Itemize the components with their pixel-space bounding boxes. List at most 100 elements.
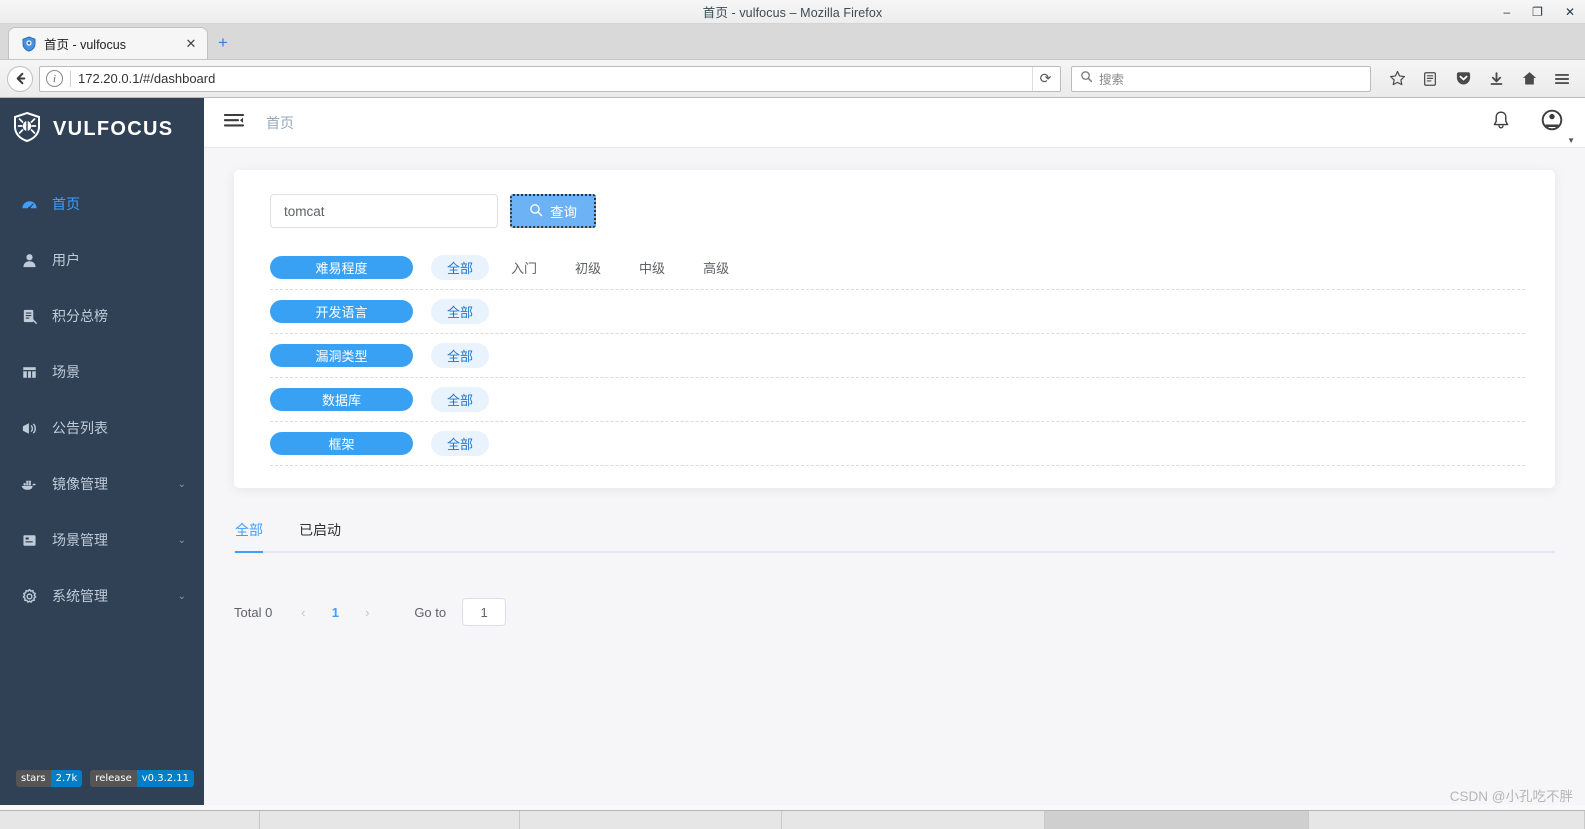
close-tab-icon[interactable]: ✕	[183, 36, 199, 52]
vulfocus-app: VULFOCUS 首页 用户 积分总榜 场景 公告列表 镜像管理 ⌄ 场景管理 …	[0, 98, 1585, 805]
result-tabs: 全部 已启动	[234, 520, 1555, 553]
filter-label: 开发语言	[270, 300, 413, 323]
minimize-button[interactable]: –	[1503, 6, 1510, 18]
chevron-down-icon[interactable]: ▼	[1567, 136, 1575, 145]
release-badge[interactable]: release v0.3.2.11	[90, 770, 195, 787]
sidebar-item-users[interactable]: 用户	[0, 232, 204, 288]
browser-tab[interactable]: 首页 - vulfocus ✕	[8, 27, 208, 59]
filter-card: 查询 难易程度 全部 入门 初级 中级 高级	[234, 170, 1555, 488]
shield-icon	[21, 35, 37, 52]
collapse-menu-icon[interactable]	[223, 113, 245, 133]
sidebar-item-label: 积分总榜	[52, 308, 108, 324]
filter-row-difficulty: 难易程度 全部 入门 初级 中级 高级	[270, 246, 1525, 290]
sidebar-item-label: 场景管理	[52, 532, 108, 548]
query-button-label: 查询	[550, 205, 577, 220]
downloads-icon[interactable]	[1486, 69, 1506, 89]
filter-options: 全部 入门 初级 中级 高级	[431, 255, 745, 280]
taskbar-cell-active[interactable]	[1045, 811, 1309, 829]
brand-logo[interactable]: VULFOCUS	[0, 98, 204, 160]
search-icon	[529, 203, 543, 220]
sidebar-item-announcements[interactable]: 公告列表	[0, 400, 204, 456]
page-content: 查询 难易程度 全部 入门 初级 中级 高级	[204, 148, 1585, 805]
reload-icon[interactable]: ⟳	[1032, 66, 1058, 91]
taskbar-cell[interactable]	[1309, 811, 1585, 829]
desktop-taskbar	[0, 810, 1585, 829]
maximize-button[interactable]: ❐	[1532, 6, 1543, 18]
bookmark-star-icon[interactable]	[1387, 69, 1407, 89]
avatar-icon[interactable]: ▼	[1541, 109, 1575, 145]
chevron-down-icon: ⌄	[177, 590, 186, 602]
dashboard-icon	[20, 196, 38, 213]
filter-option[interactable]: 全部	[431, 299, 490, 324]
query-button[interactable]: 查询	[510, 194, 596, 228]
grid-icon	[20, 364, 38, 381]
filter-option[interactable]: 中级	[623, 255, 681, 280]
filter-label: 难易程度	[270, 256, 413, 279]
breadcrumb[interactable]: 首页	[266, 113, 294, 133]
sidebar-item-label: 用户	[52, 252, 80, 268]
stars-badge[interactable]: stars 2.7k	[16, 770, 83, 787]
filter-option[interactable]: 入门	[495, 255, 553, 280]
menu-icon[interactable]	[1552, 69, 1572, 89]
new-tab-button[interactable]: +	[208, 27, 238, 59]
filter-label: 数据库	[270, 388, 413, 411]
gear-icon	[20, 588, 38, 605]
sidebar-item-label: 系统管理	[52, 588, 108, 604]
chevron-down-icon: ⌄	[177, 478, 186, 490]
pagination-page-1[interactable]: 1	[322, 605, 348, 620]
pagination-goto-label: Go to	[414, 604, 447, 620]
browser-tab-title: 首页 - vulfocus	[44, 38, 126, 52]
filter-option[interactable]: 全部	[431, 431, 490, 456]
taskbar-cell[interactable]	[782, 811, 1045, 829]
sidebar-item-scene-management[interactable]: 场景管理 ⌄	[0, 512, 204, 568]
pocket-icon[interactable]	[1453, 69, 1473, 89]
filter-label: 框架	[270, 432, 413, 455]
filter-option[interactable]: 全部	[431, 343, 490, 368]
window-titlebar: 首页 - vulfocus – Mozilla Firefox – ❐ ✕	[0, 0, 1585, 24]
pagination-prev-icon[interactable]: ‹	[292, 605, 314, 620]
close-button[interactable]: ✕	[1565, 6, 1575, 18]
home-icon[interactable]	[1519, 69, 1539, 89]
sidebar-item-scoreboard[interactable]: 积分总榜	[0, 288, 204, 344]
taskbar-cell[interactable]	[520, 811, 782, 829]
sidebar-item-label: 首页	[52, 196, 80, 212]
sidebar-item-system-management[interactable]: 系统管理 ⌄	[0, 568, 204, 624]
filter-row-framework: 框架 全部	[270, 422, 1525, 466]
pagination-next-icon[interactable]: ›	[356, 605, 378, 620]
back-button[interactable]	[7, 65, 33, 92]
docker-icon	[20, 477, 38, 492]
sidebar-nav-list: 首页 用户 积分总榜 场景 公告列表 镜像管理 ⌄ 场景管理 ⌄ 系统管理 ⌄	[0, 160, 204, 624]
filter-option[interactable]: 初级	[559, 255, 617, 280]
sidebar-item-label: 镜像管理	[52, 476, 108, 492]
chevron-down-icon: ⌄	[177, 534, 186, 546]
taskbar-cell[interactable]	[260, 811, 520, 829]
pagination-goto-input[interactable]	[462, 598, 507, 626]
pagination-total: Total 0	[234, 604, 273, 620]
taskbar-cell[interactable]	[0, 811, 260, 829]
search-input[interactable]	[270, 194, 498, 228]
library-icon[interactable]	[1420, 69, 1440, 89]
browser-toolbar-icons	[1377, 69, 1578, 89]
filter-row-language: 开发语言 全部	[270, 290, 1525, 334]
main-area: 首页 ▼ tomcat 查询 难易程度 全部 入门 初级 中级 高级 开发语言 …	[204, 98, 1585, 805]
url-divider	[70, 70, 71, 87]
url-bar[interactable]: i 172.20.0.1/#/dashboard ⟳	[39, 65, 1061, 92]
stars-badge-label: stars	[16, 770, 51, 787]
filter-option[interactable]: 全部	[431, 387, 490, 412]
tab-all[interactable]: 全部	[235, 520, 263, 553]
filter-option[interactable]: 全部	[431, 255, 490, 280]
sidebar-item-scenes[interactable]: 场景	[0, 344, 204, 400]
browser-tabstrip: 首页 - vulfocus ✕ +	[0, 24, 1585, 60]
filter-options: 全部	[431, 431, 490, 456]
filter-option[interactable]: 高级	[687, 255, 745, 280]
vulfocus-shield-icon	[12, 111, 42, 148]
app-topbar: 首页 ▼	[204, 98, 1585, 148]
browser-search-bar[interactable]: 搜索	[1071, 65, 1371, 92]
sidebar-item-image-management[interactable]: 镜像管理 ⌄	[0, 456, 204, 512]
url-text: 172.20.0.1/#/dashboard	[78, 71, 216, 86]
bell-icon[interactable]	[1491, 110, 1511, 136]
topbar-right: ▼	[1491, 109, 1575, 145]
page-info-icon[interactable]: i	[46, 70, 63, 87]
tab-started[interactable]: 已启动	[299, 520, 341, 551]
sidebar-item-home[interactable]: 首页	[0, 176, 204, 232]
